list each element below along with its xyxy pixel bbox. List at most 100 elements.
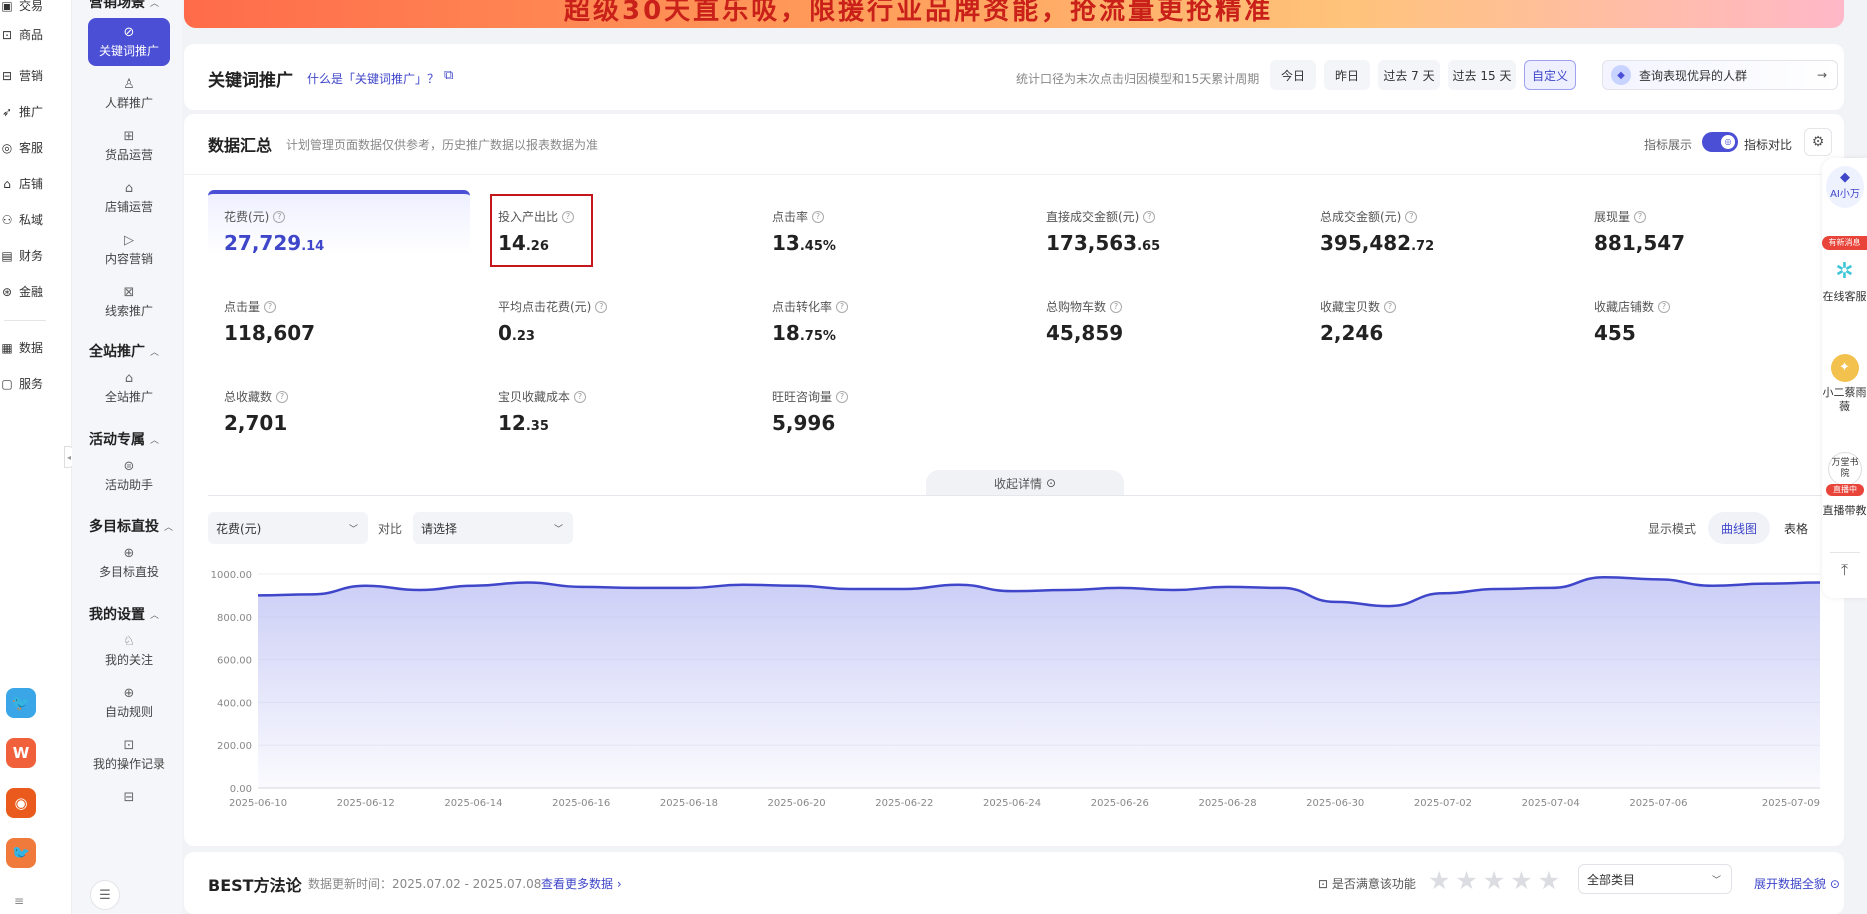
data-point[interactable]: [1225, 584, 1231, 590]
subnav-item-more[interactable]: ⊟: [88, 789, 170, 807]
metric-card[interactable]: 直接成交金额(元)? 173,563.65: [1030, 190, 1292, 270]
help-icon[interactable]: ?: [836, 300, 849, 313]
help-icon[interactable]: ?: [1405, 210, 1418, 223]
star-icon[interactable]: ★: [1538, 866, 1560, 895]
data-point[interactable]: [1763, 581, 1769, 587]
metric-card[interactable]: 点击量? 118,607: [208, 280, 470, 360]
data-point[interactable]: [1494, 586, 1500, 592]
subnav-item-lead-promotion[interactable]: ⊠ 线索推广: [88, 284, 170, 319]
metric-card[interactable]: 收藏店铺数? 455: [1578, 280, 1840, 360]
crowd-query-link[interactable]: ◆ 查询表现优异的人群 →: [1602, 60, 1838, 90]
range-custom-button[interactable]: 自定义: [1524, 60, 1576, 90]
range-yesterday-button[interactable]: 昨日: [1324, 60, 1370, 90]
star-icon[interactable]: ★: [1455, 866, 1477, 895]
metric-card[interactable]: 收藏宝贝数? 2,246: [1304, 280, 1566, 360]
back-to-top-icon[interactable]: ⤒: [1822, 560, 1867, 580]
subnav-item-multi-target[interactable]: ⊕ 多目标直投: [88, 545, 170, 580]
subnav-group-multi-target[interactable]: 多目标直投 ︿: [89, 516, 173, 536]
data-point[interactable]: [740, 582, 746, 588]
metric-card[interactable]: 展现量? 881,547: [1578, 190, 1840, 270]
help-icon[interactable]: ?: [1384, 300, 1397, 313]
mode-line-button[interactable]: 曲线图: [1708, 512, 1770, 544]
live-teaching-button[interactable]: 直播带教: [1822, 504, 1867, 518]
ai-assistant-button[interactable]: ◆ AI小万: [1826, 166, 1864, 208]
app-w-icon[interactable]: W: [6, 738, 36, 768]
app-bird-orange-icon[interactable]: 🐦: [6, 838, 36, 868]
nav-item-goods[interactable]: ⊡ 商品: [0, 26, 43, 43]
help-icon[interactable]: ?: [1143, 210, 1156, 223]
star-icon[interactable]: ★: [1483, 866, 1505, 895]
data-point[interactable]: [1009, 588, 1015, 594]
subnav-group-events[interactable]: 活动专属 ︿: [89, 429, 159, 449]
nav-item-customer-service[interactable]: ◎ 客服: [0, 139, 43, 156]
nav-item-loan[interactable]: ⊛ 金融: [0, 283, 43, 300]
collapse-details-button[interactable]: 收起详情 ⊙: [926, 470, 1124, 496]
data-point[interactable]: [955, 582, 961, 588]
range-7days-button[interactable]: 过去 7 天: [1378, 60, 1440, 90]
subnav-group-my-settings[interactable]: 我的设置 ︿: [89, 604, 159, 624]
nav-item-marketing[interactable]: ⊟ 营销: [0, 67, 43, 84]
nav-item-finance[interactable]: ▤ 财务: [0, 247, 43, 264]
data-point[interactable]: [1602, 574, 1608, 580]
data-point[interactable]: [1440, 590, 1446, 596]
metric-card[interactable]: 宝贝收藏成本? 12.35: [482, 370, 744, 450]
online-service-button[interactable]: ✲ 在线客服: [1822, 258, 1867, 304]
compare-select[interactable]: 请选择 ﹀: [413, 512, 573, 544]
nav-item-service[interactable]: ▢ 服务: [0, 375, 43, 392]
data-point[interactable]: [578, 584, 584, 590]
expand-data-link[interactable]: 展开数据全貌 ⊙: [1754, 875, 1840, 892]
range-today-button[interactable]: 今日: [1270, 60, 1316, 90]
help-icon[interactable]: ?: [1634, 210, 1647, 223]
metric-card[interactable]: 花费(元)? 27,729.14: [208, 190, 470, 270]
subnav-item-store-ops[interactable]: ⌂ 店铺运营: [88, 180, 170, 215]
subnav-toggle-icon[interactable]: ☰: [90, 880, 120, 910]
data-point[interactable]: [524, 580, 530, 586]
xiaoer-button[interactable]: ✦ 小二蔡雨薇: [1822, 354, 1867, 414]
data-point[interactable]: [1655, 576, 1661, 582]
metric-select[interactable]: 花费(元) ﹀: [208, 512, 368, 544]
menu-icon[interactable]: ≡: [14, 894, 24, 908]
data-point[interactable]: [1709, 583, 1715, 589]
metric-card[interactable]: 平均点击花费(元)? 0.23: [482, 280, 744, 360]
rating-stars[interactable]: ★ ★ ★ ★ ★: [1428, 866, 1560, 895]
range-15days-button[interactable]: 过去 15 天: [1448, 60, 1516, 90]
help-icon[interactable]: ?: [1658, 300, 1671, 313]
star-icon[interactable]: ★: [1428, 866, 1450, 895]
subnav-item-my-follow[interactable]: ♘ 我的关注: [88, 633, 170, 668]
help-icon[interactable]: ?: [276, 390, 289, 403]
data-point[interactable]: [1171, 587, 1177, 593]
data-point[interactable]: [309, 591, 315, 597]
help-icon[interactable]: ?: [574, 390, 587, 403]
help-icon[interactable]: ?: [836, 390, 849, 403]
data-point[interactable]: [632, 585, 638, 591]
nav-item-private-domain[interactable]: ⚇ 私域: [0, 211, 43, 228]
metric-card[interactable]: 总收藏数? 2,701: [208, 370, 470, 450]
metric-card[interactable]: 点击率? 13.45%: [756, 190, 1018, 270]
data-point[interactable]: [470, 583, 476, 589]
category-select[interactable]: 全部类目 ﹀: [1578, 864, 1732, 894]
gear-icon[interactable]: ⚙: [1804, 128, 1832, 156]
data-point[interactable]: [847, 586, 853, 592]
app-weibo-icon[interactable]: ◉: [6, 788, 36, 818]
metric-card[interactable]: 总成交金额(元)? 395,482.72: [1304, 190, 1566, 270]
help-icon[interactable]: ?: [264, 300, 277, 313]
app-bird-icon[interactable]: 🐦: [6, 688, 36, 718]
subnav-item-operation-log[interactable]: ⊡ 我的操作记录: [88, 737, 170, 772]
wanxiang-academy-button[interactable]: 万堂书院: [1828, 452, 1862, 486]
what-is-link[interactable]: 什么是「关键词推广」？: [307, 70, 439, 87]
data-point[interactable]: [1332, 599, 1338, 605]
subnav-group-site-promotion[interactable]: 全站推广 ︿: [89, 341, 159, 361]
metric-card[interactable]: 点击转化率? 18.75%: [756, 280, 1018, 360]
data-point[interactable]: [1117, 585, 1123, 591]
subnav-item-content-marketing[interactable]: ▷ 内容营销: [88, 232, 170, 267]
data-point[interactable]: [901, 586, 907, 592]
help-icon[interactable]: ?: [595, 300, 608, 313]
nav-item-trade[interactable]: ▣ 交易: [0, 0, 43, 14]
external-link-icon[interactable]: ⧉: [444, 68, 453, 83]
subnav-item-auto-rules[interactable]: ⊕ 自动规则: [88, 685, 170, 720]
subnav-group-scenes[interactable]: 营销场景 ︿: [89, 0, 159, 12]
nav-item-store[interactable]: ⌂ 店铺: [0, 175, 43, 192]
help-icon[interactable]: ?: [812, 210, 825, 223]
data-point[interactable]: [255, 592, 261, 598]
data-point[interactable]: [794, 583, 800, 589]
